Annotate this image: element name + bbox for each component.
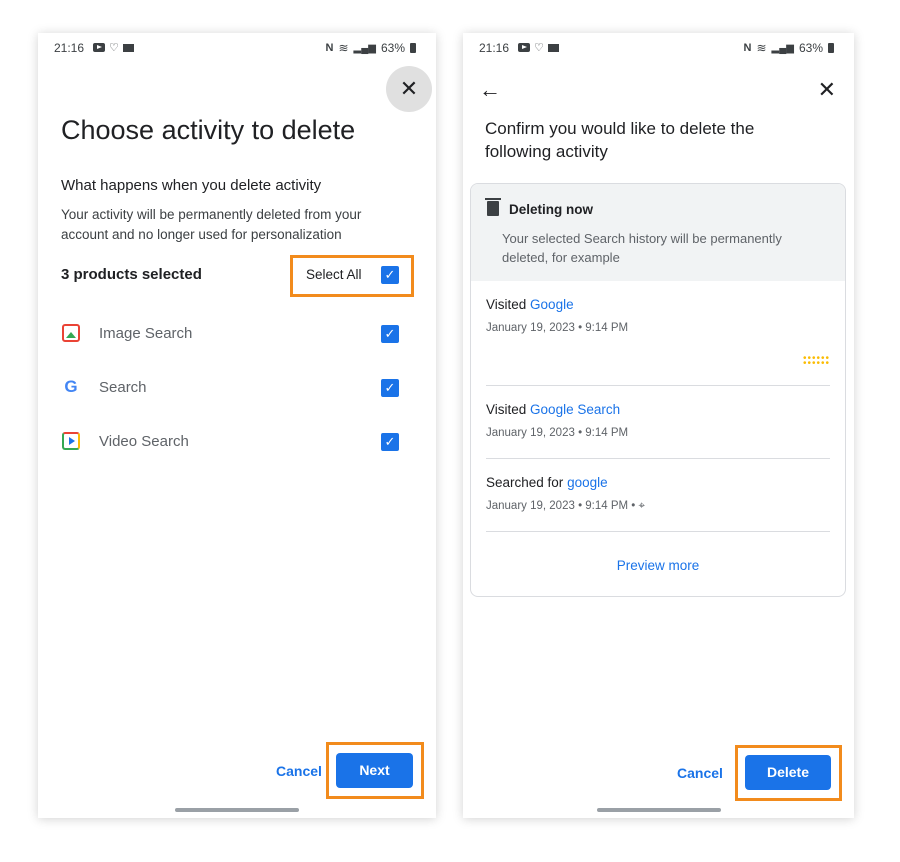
back-arrow-icon[interactable]: ← xyxy=(479,77,501,103)
status-bar: 21:16 ♡ N ≋ ▂▄▆ 63% xyxy=(463,33,854,63)
section-heading: What happens when you delete activity xyxy=(61,177,322,194)
image-search-icon xyxy=(62,324,80,342)
gesture-bar xyxy=(597,808,721,812)
wifi-icon: ≋ xyxy=(756,41,767,55)
cancel-button[interactable]: Cancel xyxy=(677,765,723,781)
select-all-checkbox[interactable]: ✓ xyxy=(381,266,399,284)
video-search-checkbox[interactable]: ✓ xyxy=(381,433,399,451)
close-icon[interactable]: ✕ xyxy=(818,77,836,103)
screen-choose-activity: 21:16 ♡ N ≋ ▂▄▆ 63% ✕ Choose activity to… xyxy=(38,33,436,818)
battery-icon xyxy=(410,43,416,53)
activity-link[interactable]: google xyxy=(567,475,608,490)
battery-icon xyxy=(828,43,834,53)
search-checkbox[interactable]: ✓ xyxy=(381,379,399,397)
activity-item: Visited Google Search January 19, 2023 •… xyxy=(486,402,830,439)
activity-date: January 19, 2023 • 9:14 PM xyxy=(486,427,629,439)
battery-percent: 63% xyxy=(798,41,823,55)
select-all-label[interactable]: Select All xyxy=(306,267,362,282)
nfc-icon: N xyxy=(325,42,334,54)
signal-icon: ▂▄▆ xyxy=(353,42,376,54)
activity-date: January 19, 2023 • 9:14 PM • xyxy=(486,500,636,512)
close-button[interactable]: ✕ xyxy=(386,66,432,112)
delete-button[interactable]: Delete xyxy=(745,755,831,790)
product-label: Video Search xyxy=(99,432,189,450)
activity-item: Searched for google January 19, 2023 • 9… xyxy=(486,475,830,513)
mail-notification-icon xyxy=(122,43,134,52)
activity-item: Visited Google January 19, 2023 • 9:14 P… xyxy=(486,297,830,334)
activity-prefix: Visited xyxy=(486,402,527,417)
cancel-button[interactable]: Cancel xyxy=(276,763,322,779)
card-heading: Deleting now xyxy=(509,202,593,217)
product-label: Image Search xyxy=(99,324,193,342)
divider xyxy=(486,458,830,459)
nfc-icon: N xyxy=(743,42,752,54)
card-description: Your selected Search history will be per… xyxy=(502,231,782,265)
status-time: 21:16 xyxy=(54,41,85,55)
activity-date: January 19, 2023 • 9:14 PM xyxy=(486,322,629,334)
page-title: Confirm you would like to delete the fol… xyxy=(485,119,755,161)
youtube-notification-icon xyxy=(93,43,105,52)
next-button[interactable]: Next xyxy=(336,753,413,788)
heart-notification-icon: ♡ xyxy=(109,42,119,54)
page-title: Choose activity to delete xyxy=(61,115,356,145)
deletion-card: Deleting now Your selected Search histor… xyxy=(470,183,846,597)
activity-prefix: Visited xyxy=(486,297,527,312)
divider xyxy=(486,385,830,386)
google-g-icon: G xyxy=(64,377,78,396)
status-bar: 21:16 ♡ N ≋ ▂▄▆ 63% xyxy=(38,33,436,63)
thumbnail-dots-icon: •••••• •••••• xyxy=(803,353,831,369)
wifi-icon: ≋ xyxy=(338,41,349,55)
screen-confirm-delete: 21:16 ♡ N ≋ ▂▄▆ 63% ← ✕ Confirm you woul… xyxy=(463,33,854,818)
youtube-notification-icon xyxy=(518,43,530,52)
preview-more-link[interactable]: Preview more xyxy=(471,558,845,573)
product-row-search[interactable]: G Search xyxy=(62,377,147,396)
battery-percent: 63% xyxy=(380,41,405,55)
selected-count: 3 products selected xyxy=(61,266,202,283)
activity-prefix: Searched for xyxy=(486,475,564,490)
image-search-checkbox[interactable]: ✓ xyxy=(381,325,399,343)
close-icon: ✕ xyxy=(399,76,419,101)
product-row-image-search[interactable]: Image Search xyxy=(62,324,192,342)
card-header: Deleting now Your selected Search histor… xyxy=(471,184,845,281)
location-pin-icon: ⌖ xyxy=(638,500,646,512)
product-row-video-search[interactable]: Video Search xyxy=(62,432,189,450)
video-search-icon xyxy=(62,432,80,450)
section-description: Your activity will be permanently delete… xyxy=(61,207,362,242)
heart-notification-icon: ♡ xyxy=(534,42,544,54)
activity-link[interactable]: Google xyxy=(530,297,574,312)
mail-notification-icon xyxy=(547,43,559,52)
product-label: Search xyxy=(99,378,147,396)
divider xyxy=(486,531,830,532)
trash-icon xyxy=(485,198,501,216)
status-time: 21:16 xyxy=(479,41,510,55)
activity-link[interactable]: Google Search xyxy=(530,402,620,417)
signal-icon: ▂▄▆ xyxy=(771,42,794,54)
gesture-bar xyxy=(175,808,299,812)
